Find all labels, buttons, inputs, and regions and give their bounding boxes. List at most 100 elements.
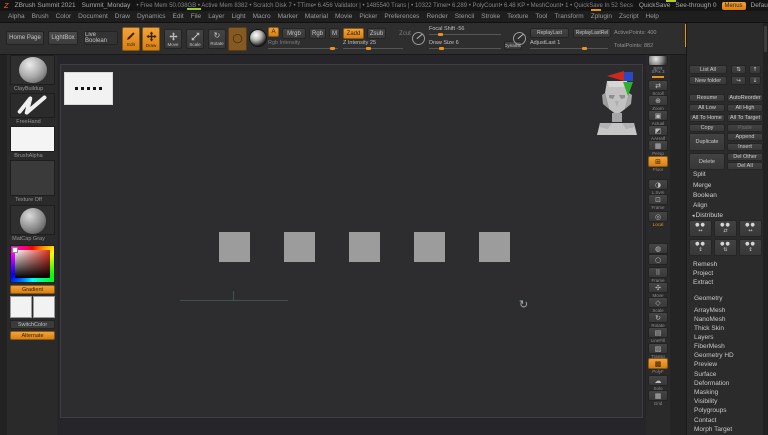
menu-item[interactable]: Zscript (619, 13, 639, 20)
insert-button[interactable]: Insert (727, 143, 763, 151)
draw-mode-button[interactable]: Draw (142, 27, 160, 51)
shelf-toggle-button[interactable]: ☁ Solo (648, 375, 668, 391)
palette-section-header[interactable]: Geometry HD (694, 352, 734, 359)
shelf-toggle-button[interactable]: ○ (648, 254, 668, 265)
menu-item[interactable]: Render (426, 13, 447, 20)
palette-section-header[interactable]: Masking (694, 389, 718, 396)
palette-section-header[interactable]: Layers (694, 334, 714, 341)
menu-item[interactable]: Light (231, 13, 245, 20)
menu-item[interactable]: Movie (335, 13, 352, 20)
distribute-option-button[interactable]: ●● ↕ (739, 239, 762, 256)
a-toggle-button[interactable]: A (268, 27, 279, 37)
palette-action-item[interactable]: Split (692, 171, 706, 178)
palette-action-item[interactable]: Extract (692, 279, 713, 286)
focal-shift-slider[interactable]: Focal Shift -56 (429, 26, 501, 35)
draw-size-slider[interactable]: Draw Size 6 (429, 40, 501, 49)
menu-item[interactable]: Picker (359, 13, 377, 20)
palette-section-header[interactable]: ArrayMesh (694, 307, 725, 314)
quicksave-button[interactable]: QuickSave (639, 2, 670, 9)
shelf-toggle-button[interactable]: ◇ Scale (648, 297, 668, 313)
slider-handle[interactable] (582, 47, 587, 50)
shelf-toggle-button[interactable]: ✣ Move (648, 282, 668, 298)
current-texture-thumbnail[interactable] (10, 160, 55, 196)
menu-item[interactable]: Draw (115, 13, 130, 20)
color-picker[interactable] (10, 245, 55, 283)
scrollbar-thumb[interactable] (764, 26, 767, 52)
current-alpha-thumbnail[interactable] (10, 126, 55, 152)
palette-section-header[interactable]: FiberMesh (694, 343, 725, 350)
palette-action-item[interactable]: Project (692, 270, 713, 277)
shelf-toggle-button[interactable]: ◍ (648, 243, 668, 254)
shelf-toggle-button[interactable]: ⊕ Zoom (648, 95, 668, 111)
palette-section-header[interactable]: Contact (694, 417, 716, 424)
menu-item[interactable]: Dynamics (137, 13, 166, 20)
del-other-button[interactable]: Del Other (727, 153, 763, 161)
palette-section-header[interactable]: Geometry (694, 295, 723, 302)
home-page-button[interactable]: Home Page (6, 31, 44, 45)
menu-item[interactable]: Color (56, 13, 72, 20)
replay-last-button[interactable]: ReplayLast (530, 28, 569, 38)
palette-section-header[interactable]: Morph Target (694, 426, 732, 433)
shelf-toggle-button[interactable]: ▤ LineFill (648, 327, 668, 343)
document-canvas[interactable]: ↻ (57, 55, 646, 435)
rgb-intensity-slider[interactable]: Rgb Intensity (268, 40, 338, 49)
menu-item[interactable]: Tool (535, 13, 547, 20)
subtool-action-button[interactable]: AutoReorder (727, 94, 763, 102)
replay-last-rel-button[interactable]: ReplayLastRel (573, 28, 611, 38)
move-gizmo-button[interactable]: Move (164, 29, 182, 49)
tray-divider[interactable] (670, 55, 686, 435)
slider-handle[interactable] (438, 33, 443, 36)
shelf-toggle-button[interactable]: ⇄ Scroll (648, 80, 668, 96)
menu-item[interactable]: Alpha (8, 13, 25, 20)
rgb-button[interactable]: Rgb (309, 28, 326, 39)
menu-item[interactable]: Preferences (384, 13, 419, 20)
shelf-toggle-button[interactable]: ▦ Persp (648, 140, 668, 156)
menu-item[interactable]: Zplugin (591, 13, 612, 20)
shelf-toggle-button[interactable]: ↻ Rotate (648, 312, 668, 328)
m-button[interactable]: M (329, 28, 340, 39)
shelf-toggle-button[interactable]: ▩ PolyF (648, 358, 668, 374)
delete-button[interactable]: Delete (689, 153, 725, 170)
distribute-option-button[interactable]: ●● ↔ (689, 220, 712, 237)
duplicate-button[interactable]: Duplicate (689, 133, 725, 151)
palette-action-item[interactable]: Remesh (692, 261, 717, 268)
menu-item[interactable]: Marker (278, 13, 298, 20)
shelf-toggle-button[interactable]: ▦ Grid (648, 390, 668, 406)
gradient-button[interactable]: Gradient (10, 285, 55, 294)
palette-section-header[interactable]: Deformation (694, 380, 729, 387)
shelf-toggle-button[interactable]: ◑ L.Sym (648, 179, 668, 195)
palette-action-item[interactable]: ◂Distribute (692, 212, 723, 219)
current-matcap-thumbnail[interactable] (10, 205, 55, 235)
palette-section-header[interactable]: Thick Skin (694, 325, 724, 332)
palette-action-item[interactable]: Merge (692, 182, 711, 189)
sort-subtools-icon[interactable]: ⇅ (731, 65, 746, 74)
see-through-slider[interactable]: See-through 0 (675, 2, 716, 9)
zadd-button[interactable]: Zadd (343, 28, 364, 39)
adjust-last-slider[interactable]: AdjustLast 1 (530, 40, 608, 49)
menus-button[interactable]: Menus (722, 2, 746, 10)
menu-item[interactable]: Material (305, 13, 328, 20)
current-stroke-thumbnail[interactable] (10, 93, 55, 118)
palette-section-header[interactable]: Visibility (694, 398, 717, 405)
slider-handle[interactable] (439, 47, 444, 50)
current-brush-thumbnail[interactable] (10, 55, 55, 85)
append-button[interactable]: Append (727, 133, 763, 141)
axis-gizmo[interactable] (607, 69, 643, 97)
tray-edge[interactable] (0, 55, 7, 435)
palette-action-item[interactable]: Align (692, 202, 707, 209)
live-boolean-button[interactable]: Live Boolean (84, 31, 118, 45)
subtool-action-button[interactable]: All High (727, 104, 763, 112)
lazy-mouse-icon[interactable] (513, 32, 526, 45)
secondary-color-swatch[interactable] (33, 296, 55, 318)
menu-item[interactable]: Stencil (455, 13, 475, 20)
menu-item[interactable]: Transform (554, 13, 583, 20)
scale-gizmo-button[interactable]: Scale (186, 29, 204, 49)
shelf-toggle-button[interactable]: SPix 3 (648, 69, 668, 74)
menu-item[interactable]: Edit (173, 13, 184, 20)
new-folder-button[interactable]: New folder (689, 76, 727, 85)
subtool-action-button[interactable]: Copy (689, 124, 725, 132)
panel-scrollbar[interactable] (763, 23, 768, 435)
shelf-toggle-button[interactable]: ⠿ Frame (648, 267, 668, 283)
current-material-sphere[interactable] (249, 29, 267, 47)
palette-action-item[interactable]: Boolean (692, 192, 717, 199)
